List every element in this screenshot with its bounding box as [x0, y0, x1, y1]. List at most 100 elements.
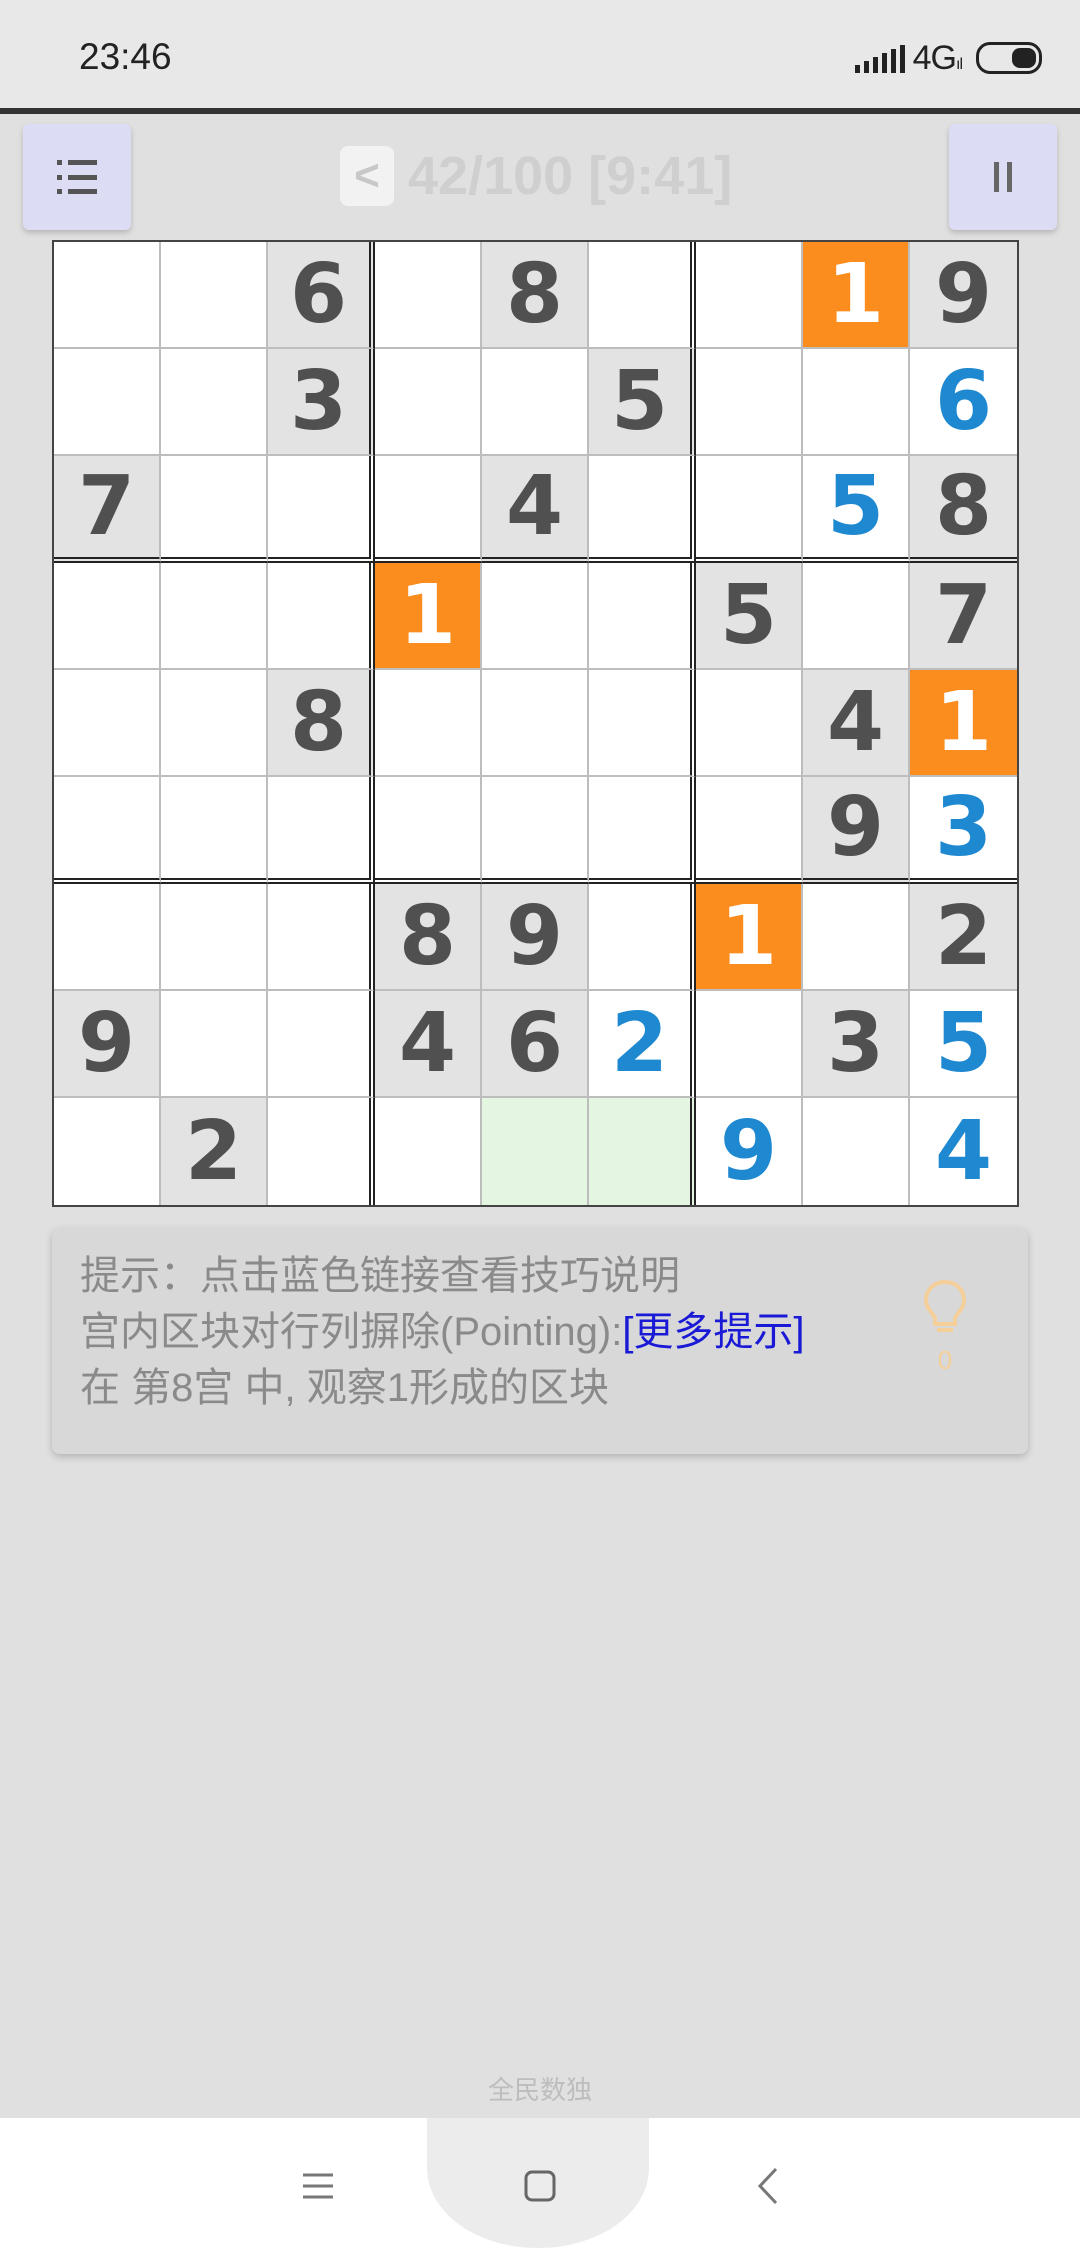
hint-technique-name: 宫内区块对行列摒除(Pointing): [80, 1310, 623, 1354]
sudoku-cell[interactable] [696, 242, 803, 349]
sudoku-cell[interactable] [161, 991, 268, 1098]
sudoku-cell[interactable] [696, 777, 803, 884]
hint-detail: 在 第8宫 中, 观察1形成的区块 [80, 1366, 609, 1410]
sudoku-cell[interactable] [482, 777, 589, 884]
pause-button[interactable] [949, 124, 1057, 230]
sudoku-cell[interactable] [375, 1098, 482, 1205]
sudoku-cell[interactable]: 5 [589, 349, 696, 456]
hint-instruction: 提示：点击蓝色链接查看技巧说明 [80, 1254, 680, 1298]
previous-level-button[interactable]: < [340, 146, 394, 206]
sudoku-cell[interactable]: 5 [696, 563, 803, 670]
sudoku-cell[interactable] [161, 349, 268, 456]
sudoku-cell[interactable] [696, 456, 803, 563]
sudoku-cell[interactable]: 7 [54, 456, 161, 563]
sudoku-cell[interactable] [375, 777, 482, 884]
sudoku-cell[interactable]: 3 [803, 991, 910, 1098]
sudoku-cell[interactable] [54, 349, 161, 456]
sudoku-cell[interactable]: 5 [910, 991, 1017, 1098]
sudoku-cell[interactable] [803, 349, 910, 456]
sudoku-cell[interactable] [696, 670, 803, 777]
sudoku-cell[interactable] [589, 456, 696, 563]
sudoku-cell[interactable]: 2 [589, 991, 696, 1098]
network-type: 4Gıl [912, 38, 963, 77]
sudoku-cell[interactable]: 6 [268, 242, 375, 349]
sudoku-cell[interactable] [375, 456, 482, 563]
sudoku-cell[interactable] [54, 777, 161, 884]
level-progress-timer: 42/100 [9:41] [408, 146, 733, 206]
sudoku-cell[interactable] [696, 349, 803, 456]
sudoku-cell[interactable]: 4 [803, 670, 910, 777]
more-hints-link[interactable]: [更多提示] [622, 1310, 804, 1354]
sudoku-cell[interactable] [375, 242, 482, 349]
sudoku-cell[interactable]: 1 [910, 670, 1017, 777]
hint-panel: 提示：点击蓝色链接查看技巧说明 宫内区块对行列摒除(Pointing):[更多提… [52, 1228, 1028, 1454]
sudoku-cell[interactable]: 9 [54, 991, 161, 1098]
sudoku-cell[interactable]: 6 [482, 991, 589, 1098]
sudoku-cell[interactable] [696, 991, 803, 1098]
sudoku-cell[interactable]: 9 [696, 1098, 803, 1205]
sudoku-cell[interactable] [54, 1098, 161, 1205]
chevron-left-icon [757, 2167, 778, 2205]
sudoku-cell[interactable] [589, 563, 696, 670]
sudoku-cell[interactable] [268, 884, 375, 991]
sudoku-cell[interactable] [161, 242, 268, 349]
sudoku-cell[interactable] [589, 670, 696, 777]
sudoku-cell[interactable] [589, 884, 696, 991]
sudoku-cell[interactable] [482, 349, 589, 456]
sudoku-cell[interactable] [589, 1098, 696, 1205]
sudoku-cell[interactable] [268, 1098, 375, 1205]
sudoku-cell[interactable] [161, 563, 268, 670]
sudoku-cell[interactable] [803, 1098, 910, 1205]
square-home-icon [524, 2170, 556, 2202]
sudoku-cell[interactable]: 2 [910, 884, 1017, 991]
sudoku-cell[interactable] [54, 884, 161, 991]
sudoku-cell[interactable] [161, 884, 268, 991]
sudoku-cell[interactable] [375, 349, 482, 456]
sudoku-cell[interactable] [161, 456, 268, 563]
sudoku-cell[interactable] [54, 563, 161, 670]
status-time: 23:46 [79, 36, 172, 77]
sudoku-cell[interactable]: 8 [910, 456, 1017, 563]
sudoku-cell[interactable]: 9 [910, 242, 1017, 349]
sudoku-cell[interactable]: 8 [268, 670, 375, 777]
sudoku-cell[interactable]: 6 [910, 349, 1017, 456]
nav-home-button[interactable] [510, 2156, 570, 2216]
sudoku-cell[interactable]: 8 [375, 884, 482, 991]
menu-button[interactable] [23, 124, 131, 230]
sudoku-cell[interactable]: 1 [696, 884, 803, 991]
sudoku-cell[interactable] [482, 1098, 589, 1205]
sudoku-cell[interactable]: 7 [910, 563, 1017, 670]
sudoku-cell[interactable]: 9 [803, 777, 910, 884]
sudoku-cell[interactable] [268, 777, 375, 884]
sudoku-cell[interactable] [803, 884, 910, 991]
sudoku-cell[interactable] [54, 242, 161, 349]
sudoku-cell[interactable] [268, 456, 375, 563]
sudoku-cell[interactable]: 4 [375, 991, 482, 1098]
sudoku-cell[interactable] [54, 670, 161, 777]
sudoku-cell[interactable]: 4 [482, 456, 589, 563]
battery-icon [976, 42, 1042, 74]
nav-back-button[interactable] [738, 2156, 798, 2216]
sudoku-cell[interactable]: 3 [268, 349, 375, 456]
sudoku-cell[interactable] [803, 563, 910, 670]
sudoku-board: 68193567458157841938912946235294 [52, 240, 1019, 1207]
sudoku-cell[interactable] [482, 563, 589, 670]
sudoku-cell[interactable] [375, 670, 482, 777]
sudoku-cell[interactable] [161, 670, 268, 777]
nav-recents-button[interactable] [288, 2156, 348, 2216]
sudoku-cell[interactable]: 5 [803, 456, 910, 563]
sudoku-cell[interactable] [482, 670, 589, 777]
sudoku-cell[interactable] [161, 777, 268, 884]
sudoku-cell[interactable] [589, 242, 696, 349]
sudoku-cell[interactable]: 1 [375, 563, 482, 670]
sudoku-cell[interactable]: 9 [482, 884, 589, 991]
sudoku-cell[interactable] [268, 991, 375, 1098]
sudoku-cell[interactable] [268, 563, 375, 670]
sudoku-cell[interactable] [589, 777, 696, 884]
sudoku-cell[interactable]: 4 [910, 1098, 1017, 1205]
sudoku-cell[interactable]: 3 [910, 777, 1017, 884]
sudoku-cell[interactable]: 8 [482, 242, 589, 349]
hint-bulb-button[interactable]: 0 [920, 1278, 970, 1376]
sudoku-cell[interactable]: 2 [161, 1098, 268, 1205]
sudoku-cell[interactable]: 1 [803, 242, 910, 349]
